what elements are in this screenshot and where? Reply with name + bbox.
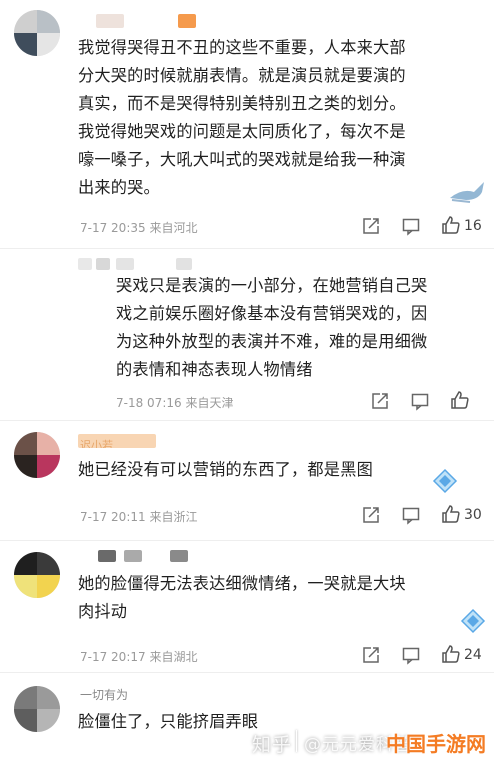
comment-3: 迟小若 她已经没有可以营销的东西了，都是黑图 7-17 20:11 来自浙江 3…: [0, 420, 494, 540]
comment-line: 真实，而不是哭得特别美特别丑之类的划分。: [78, 94, 406, 113]
comment-icon[interactable]: [401, 216, 421, 236]
comment-text: 我觉得哭得丑不丑的这些不重要，人本来大部 分大哭的时候就崩表情。就是演员就是要演…: [78, 34, 483, 202]
username-text: 一切有为: [80, 688, 129, 702]
like-icon[interactable]: [441, 215, 461, 235]
username[interactable]: 一切有为: [80, 686, 128, 703]
share-icon[interactable]: [361, 645, 381, 665]
comment-text: 她的脸僵得无法表达细微情绪，一哭就是大块 肉抖动: [78, 570, 488, 626]
badge-icon: [432, 468, 458, 498]
like-icon[interactable]: [450, 390, 470, 410]
username-blurred[interactable]: [96, 258, 110, 270]
comment-1: 我觉得哭得丑不丑的这些不重要，人本来大部 分大哭的时候就崩表情。就是演员就是要演…: [0, 0, 494, 260]
username-text: 迟小若: [80, 439, 113, 448]
username-blurred[interactable]: [124, 550, 142, 562]
comment-line: 她已经没有可以营销的东西了，都是黑图: [78, 460, 373, 479]
comment-meta: 7-17 20:11 来自浙江: [80, 510, 198, 524]
comment-icon[interactable]: [410, 391, 430, 411]
comment-icon[interactable]: [401, 505, 421, 525]
comment-line: 嚎一嗓子，大吼大叫式的哭戏就是给我一种演: [78, 150, 406, 169]
username-blurred[interactable]: [176, 258, 192, 270]
share-icon[interactable]: [370, 391, 390, 411]
comment-line: 分大哭的时候就崩表情。就是演员就是要演的: [78, 66, 406, 85]
like-icon[interactable]: [441, 644, 461, 664]
username-blurred[interactable]: [98, 550, 116, 562]
like-count: 16: [464, 218, 482, 234]
comment-text: 哭戏只是表演的一小部分，在她营销自己哭 戏之前娱乐圈好像基本没有营销哭戏的，因 …: [116, 272, 488, 384]
like-icon[interactable]: [441, 504, 461, 524]
comment-line: 为这种外放型的表演并不难，难的是用细微: [116, 332, 428, 351]
watermark-logo: 中国手游网: [386, 732, 486, 756]
comment-line: 她的脸僵得无法表达细微情绪，一哭就是大块: [78, 574, 406, 593]
watermark-left: 知乎: [252, 734, 293, 756]
badge-icon: [460, 608, 486, 638]
comment-line: 我觉得哭得丑不丑的这些不重要，人本来大部: [78, 38, 406, 57]
comment-4: 她的脸僵得无法表达细微情绪，一哭就是大块 肉抖动 7-17 20:17 来自湖北…: [0, 540, 494, 670]
comment-line: 肉抖动: [78, 602, 128, 621]
avatar[interactable]: [14, 432, 60, 478]
username-blurred[interactable]: [178, 14, 196, 28]
comment-meta: 7-18 07:16 来自天津: [116, 396, 234, 410]
comment-line: 我觉得她哭戏的问题是太同质化了，每次不是: [78, 122, 406, 141]
comment-2: 哭戏只是表演的一小部分，在她营销自己哭 戏之前娱乐圈好像基本没有营销哭戏的，因 …: [0, 248, 494, 420]
avatar[interactable]: [14, 686, 60, 732]
avatar[interactable]: [14, 552, 60, 598]
username-blurred[interactable]: [96, 14, 124, 28]
comment-line: 的表情和神态表现人物情绪: [116, 360, 313, 379]
username-blurred[interactable]: [170, 550, 188, 562]
avatar[interactable]: [14, 10, 60, 56]
comment-line: 戏之前娱乐圈好像基本没有营销哭戏的，因: [116, 304, 428, 323]
username[interactable]: 迟小若: [78, 434, 156, 448]
username-blurred[interactable]: [78, 258, 92, 270]
comment-meta: 7-17 20:35 来自河北: [80, 221, 198, 235]
like-count: 24: [464, 647, 482, 663]
share-icon[interactable]: [361, 216, 381, 236]
comment-icon[interactable]: [401, 645, 421, 665]
comment-line: 哭戏只是表演的一小部分，在她营销自己哭: [116, 276, 428, 295]
like-count: 30: [464, 507, 482, 523]
comment-meta: 7-17 20:17 来自湖北: [80, 650, 198, 664]
comment-text: 她已经没有可以营销的东西了，都是黑图: [78, 456, 458, 484]
share-icon[interactable]: [361, 505, 381, 525]
watermark-divider: [296, 730, 297, 752]
bird-sticker: [448, 178, 488, 208]
username-blurred[interactable]: [116, 258, 134, 270]
comment-line: 出来的哭。: [78, 178, 160, 197]
